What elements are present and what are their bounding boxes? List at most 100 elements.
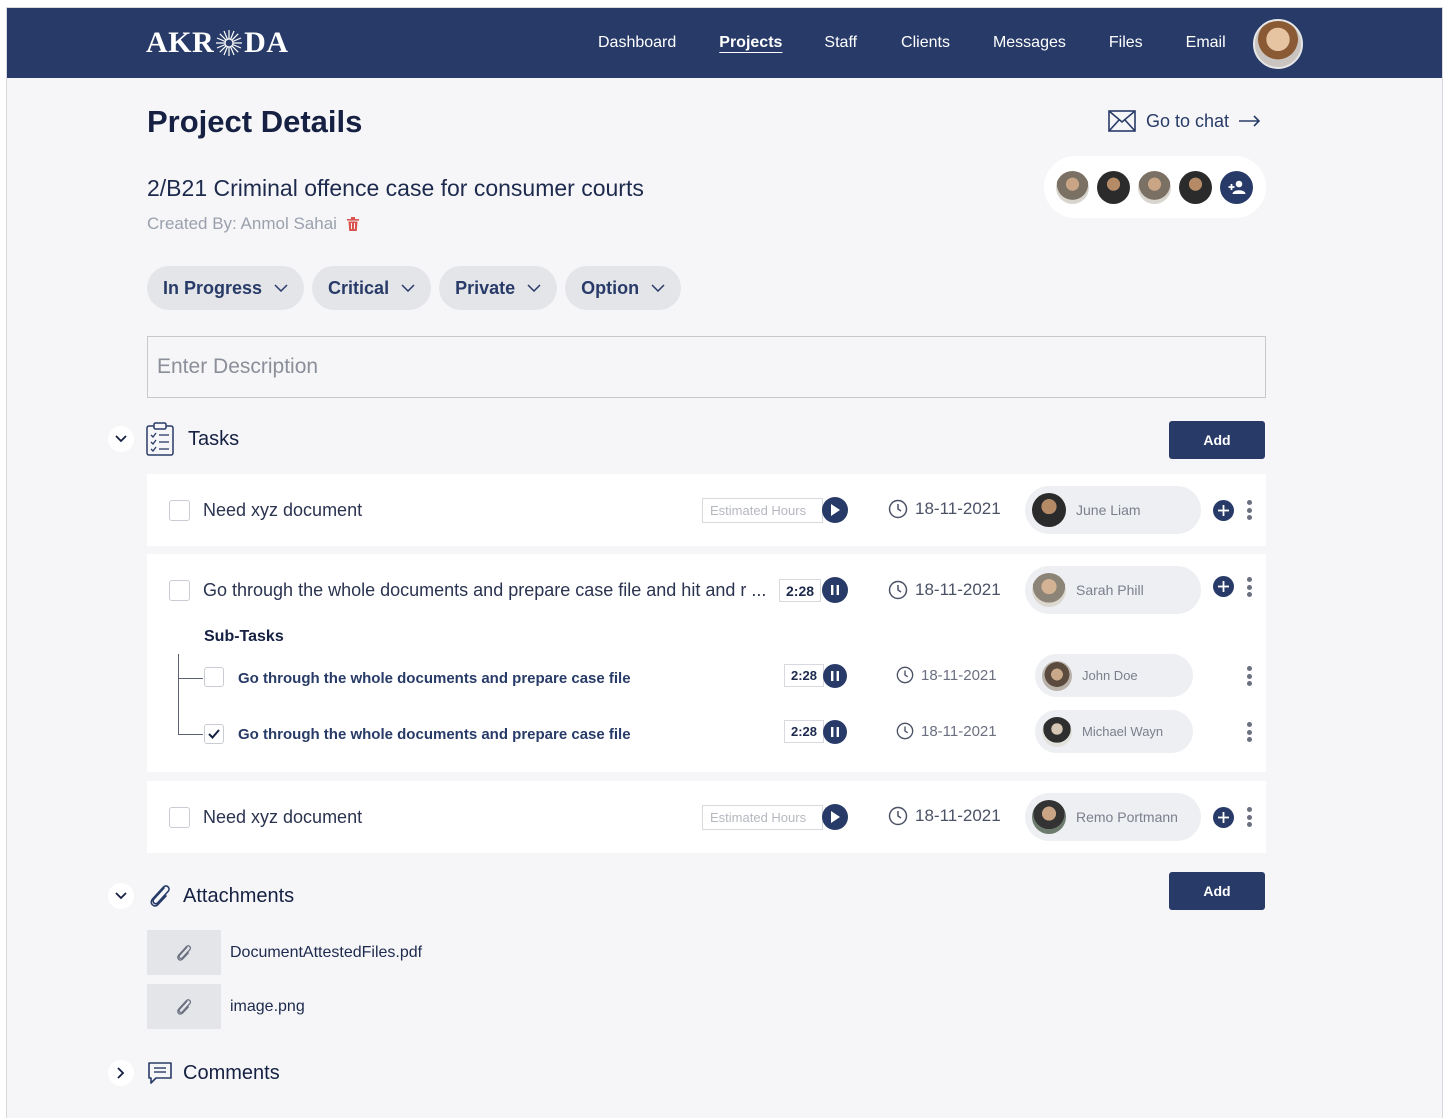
task-checkbox[interactable]	[169, 580, 190, 601]
assignee-name: John Doe	[1082, 668, 1138, 683]
start-timer-button[interactable]	[822, 804, 848, 830]
member-avatar[interactable]	[1138, 170, 1171, 204]
task-checkbox[interactable]	[169, 500, 190, 521]
task-due-date: 18-11-2021	[888, 806, 1001, 826]
pause-timer-button[interactable]	[822, 577, 848, 603]
chevron-down-icon	[115, 435, 127, 443]
nav-link-dashboard[interactable]: Dashboard	[598, 34, 676, 52]
subtask-due-date: 18-11-2021	[896, 722, 997, 740]
attachment-item[interactable]: image.png	[147, 984, 305, 1029]
estimated-hours-input[interactable]	[702, 805, 823, 830]
clock-icon	[888, 580, 908, 600]
subtask-title: Go through the whole documents and prepa…	[238, 726, 631, 743]
subtask-tree-branch	[178, 678, 203, 679]
task-title: Need xyz document	[203, 500, 363, 520]
subtask-assignee[interactable]: Michael Wayn	[1035, 710, 1193, 753]
nav-link-clients[interactable]: Clients	[901, 34, 950, 52]
task-more-menu[interactable]	[1245, 577, 1253, 597]
member-avatar[interactable]	[1097, 170, 1130, 204]
option-dropdown[interactable]: Option	[565, 266, 682, 310]
clock-icon	[896, 666, 914, 684]
pause-timer-button[interactable]	[823, 720, 847, 744]
comments-label: Comments	[183, 1061, 280, 1084]
subtask-checkbox[interactable]	[204, 667, 224, 687]
task-assignee[interactable]: June Liam	[1025, 486, 1201, 534]
logo-text-end: DA	[244, 26, 289, 59]
status-dropdown-label: In Progress	[163, 277, 263, 298]
task-checkbox[interactable]	[169, 807, 190, 828]
subtask-more-menu[interactable]	[1245, 722, 1253, 742]
profile-avatar[interactable]	[1253, 19, 1303, 69]
task-assignee[interactable]: Remo Portmann	[1025, 793, 1201, 841]
chevron-down-icon	[527, 284, 541, 292]
chevron-down-icon	[274, 284, 288, 292]
add-subtask-button[interactable]	[1213, 807, 1234, 828]
chevron-down-icon	[115, 892, 127, 900]
mail-icon	[1108, 110, 1136, 132]
status-dropdown[interactable]: In Progress	[147, 266, 305, 310]
nav-links: Dashboard Projects Staff Clients Message…	[598, 34, 1226, 52]
tasks-label: Tasks	[188, 427, 240, 450]
comment-icon	[148, 1062, 172, 1084]
nav-link-messages[interactable]: Messages	[993, 34, 1066, 52]
checkmark-icon	[208, 729, 220, 739]
paperclip-icon	[150, 885, 170, 907]
add-subtask-button[interactable]	[1213, 500, 1234, 521]
assignee-avatar	[1042, 716, 1072, 747]
pause-timer-button[interactable]	[823, 664, 847, 688]
subtask-assignee[interactable]: John Doe	[1035, 654, 1193, 697]
task-more-menu[interactable]	[1245, 500, 1253, 520]
task-row-expanded: Go through the whole documents and prepa…	[147, 554, 1266, 772]
description-input[interactable]	[147, 336, 1266, 398]
attachment-filename: image.png	[230, 997, 305, 1015]
task-due-date-text: 18-11-2021	[915, 499, 1001, 518]
task-title: Need xyz document	[203, 807, 363, 827]
nav-link-email[interactable]: Email	[1186, 34, 1226, 52]
clock-icon	[888, 806, 908, 826]
subtask-timer-value: 2:28	[784, 720, 825, 743]
task-row: Need xyz document 18-11-2021 June Liam	[147, 474, 1266, 546]
assignee-name: Remo Portmann	[1076, 809, 1178, 825]
nav-link-staff[interactable]: Staff	[824, 34, 857, 52]
task-more-menu[interactable]	[1245, 807, 1253, 827]
attachment-item[interactable]: DocumentAttestedFiles.pdf	[147, 930, 422, 975]
start-timer-button[interactable]	[822, 497, 848, 523]
attachment-thumbnail	[147, 984, 221, 1029]
add-member-button[interactable]	[1220, 170, 1253, 204]
priority-dropdown[interactable]: Critical	[312, 266, 432, 310]
pause-icon	[831, 671, 839, 681]
add-attachment-button[interactable]: Add	[1169, 872, 1265, 910]
task-due-date: 18-11-2021	[888, 580, 1001, 600]
nav-link-files[interactable]: Files	[1109, 34, 1143, 52]
subtask-more-menu[interactable]	[1245, 666, 1253, 686]
estimated-hours-input[interactable]	[702, 498, 823, 523]
member-avatar[interactable]	[1056, 170, 1089, 204]
add-task-button[interactable]: Add	[1169, 421, 1265, 459]
top-navbar: AKR DA Dashboard Projects Staff Clients …	[7, 8, 1442, 78]
assignee-avatar	[1032, 800, 1066, 834]
tasks-collapse-toggle[interactable]	[108, 426, 134, 452]
assignee-avatar	[1042, 660, 1072, 691]
task-assignee[interactable]: Sarah Phill	[1025, 566, 1201, 614]
paperclip-icon	[177, 944, 192, 961]
subtask-checkbox-checked[interactable]	[204, 724, 224, 744]
go-to-chat-label: Go to chat	[1146, 110, 1230, 131]
visibility-dropdown[interactable]: Private	[439, 266, 558, 310]
attachments-collapse-toggle[interactable]	[108, 883, 134, 909]
visibility-dropdown-label: Private	[455, 277, 516, 298]
add-user-icon	[1228, 180, 1245, 194]
add-subtask-button[interactable]	[1213, 576, 1234, 597]
clock-icon	[888, 499, 908, 519]
attachments-header: Attachments	[108, 882, 294, 910]
filter-pills: In Progress Critical Private Option	[147, 266, 682, 310]
play-icon	[831, 504, 840, 516]
pause-icon	[831, 585, 839, 595]
member-avatar[interactable]	[1179, 170, 1212, 204]
logo-text-start: AKR	[146, 26, 215, 59]
nav-link-projects[interactable]: Projects	[719, 34, 782, 52]
chevron-down-icon	[401, 284, 415, 292]
go-to-chat-link[interactable]: Go to chat	[1108, 110, 1261, 132]
comments-expand-toggle[interactable]	[108, 1060, 134, 1086]
trash-icon[interactable]	[346, 217, 359, 231]
logo[interactable]: AKR DA	[146, 26, 289, 60]
